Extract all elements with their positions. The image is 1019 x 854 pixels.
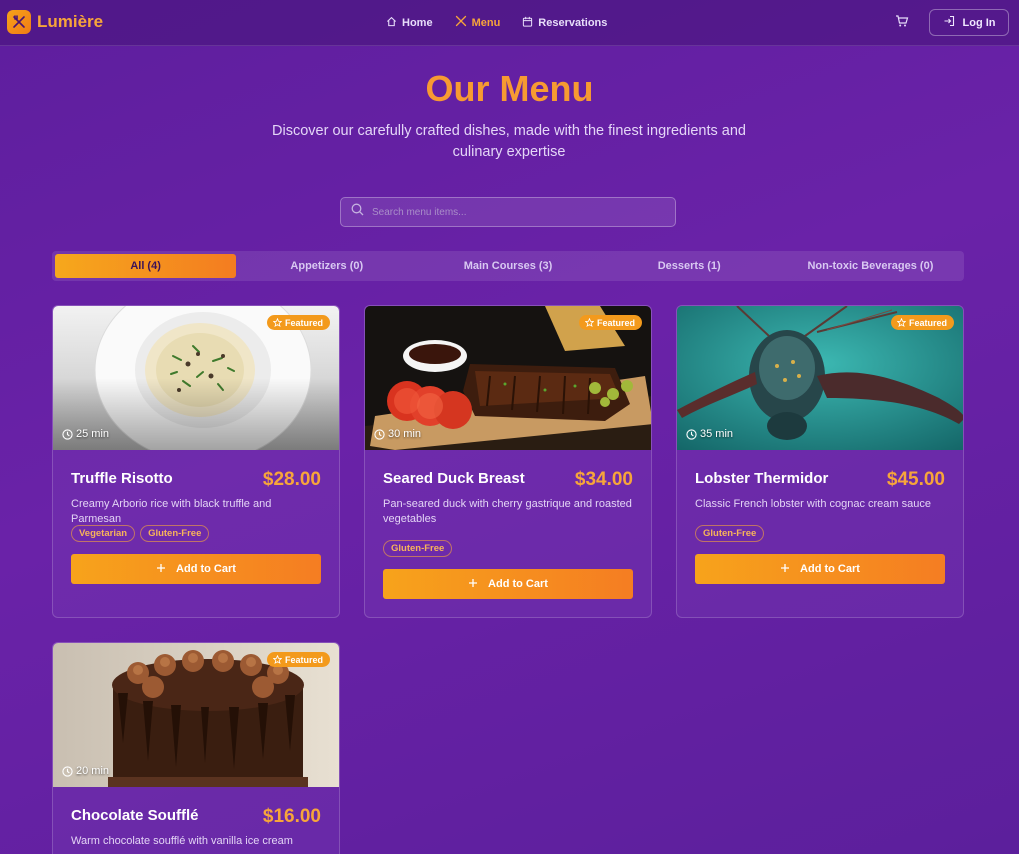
add-to-cart-button[interactable]: Add to Cart (695, 554, 945, 584)
dish-tags: Vegetarian Gluten-Free (71, 525, 210, 542)
nav-reservations[interactable]: Reservations (522, 15, 607, 30)
tab-beverages[interactable]: Non-toxic Beverages (0) (780, 254, 961, 278)
prep-time: 30 min (374, 428, 421, 440)
main-nav: Home Menu Reservations (386, 15, 607, 30)
category-tabs: All (4) Appetizers (0) Main Courses (3) … (52, 251, 964, 281)
prep-time-value: 35 min (700, 428, 734, 440)
card-body: Seared Duck Breast $34.00 Pan-seared duc… (365, 450, 651, 617)
login-icon (943, 15, 955, 30)
menu-card-lobster-thermidor: Featured 35 min Lobster Thermidor $45.00… (676, 305, 964, 618)
dish-name: Seared Duck Breast (383, 470, 525, 487)
prep-time-value: 20 min (76, 765, 110, 777)
dish-name: Truffle Risotto (71, 470, 173, 487)
card-body: Chocolate Soufflé $16.00 Warm chocolate … (53, 787, 339, 854)
clock-icon (374, 428, 385, 440)
featured-badge: Featured (266, 315, 330, 330)
menu-card-chocolate-souffle: Featured 20 min Chocolate Soufflé $16.00… (52, 642, 340, 854)
search-bar (340, 197, 676, 227)
page-title: Our Menu (425, 68, 594, 109)
star-icon (896, 318, 906, 327)
tag-vegetarian: Vegetarian (71, 525, 136, 542)
tag-gluten-free: Gluten-Free (383, 540, 453, 557)
dish-price: $34.00 (574, 469, 633, 490)
star-icon (272, 318, 282, 327)
add-to-cart-button[interactable]: Add to Cart (383, 569, 633, 599)
prep-time: 35 min (686, 428, 733, 440)
login-label: Log In (962, 16, 996, 29)
clock-icon (62, 765, 73, 777)
prep-time: 20 min (62, 765, 109, 777)
tab-main-courses[interactable]: Main Courses (3) (417, 254, 598, 278)
prep-time: 25 min (62, 428, 109, 440)
plus-icon (468, 578, 478, 591)
dish-description: Pan-seared duck with cherry gastrique an… (383, 498, 632, 525)
plus-icon (156, 563, 166, 576)
search-icon (351, 203, 364, 221)
tag-gluten-free: Gluten-Free (140, 525, 210, 542)
dish-description: Classic French lobster with cognac cream… (695, 498, 931, 510)
featured-label: Featured (284, 654, 323, 665)
page-subtitle: Discover our carefully crafted dishes, m… (272, 123, 746, 160)
dish-image: Featured 30 min (365, 306, 651, 450)
dish-price: $45.00 (886, 469, 945, 490)
featured-label: Featured (596, 317, 635, 328)
star-icon (584, 318, 594, 327)
clock-icon (686, 428, 697, 440)
dish-image: Featured 25 min (53, 306, 339, 450)
tab-appetizers[interactable]: Appetizers (0) (236, 254, 417, 278)
cart-icon[interactable] (895, 14, 911, 30)
top-navbar: Lumière Home Menu Reservations Log In (0, 0, 1019, 46)
dish-image: Featured 20 min (53, 643, 339, 787)
dish-price: $16.00 (262, 806, 321, 827)
brand[interactable]: Lumière (7, 10, 103, 34)
home-icon (386, 16, 397, 30)
clock-icon (62, 428, 73, 440)
tab-all[interactable]: All (4) (55, 254, 237, 278)
utensils-icon (455, 15, 467, 30)
prep-time-value: 25 min (76, 428, 110, 440)
tag-gluten-free: Gluten-Free (695, 525, 765, 542)
menu-card-truffle-risotto: Featured 25 min Truffle Risotto $28.00 C… (52, 305, 340, 618)
tab-desserts[interactable]: Desserts (1) (599, 254, 780, 278)
menu-card-seared-duck-breast: Featured 30 min Seared Duck Breast $34.0… (364, 305, 652, 618)
prep-time-value: 30 min (388, 428, 422, 440)
login-button[interactable]: Log In (929, 9, 1009, 36)
featured-badge: Featured (266, 652, 330, 667)
dish-description: Warm chocolate soufflé with vanilla ice … (71, 835, 293, 847)
add-to-cart-button[interactable]: Add to Cart (71, 554, 321, 584)
featured-label: Featured (284, 317, 323, 328)
dish-tags: Gluten-Free (383, 540, 453, 557)
nav-home[interactable]: Home (386, 15, 433, 30)
add-to-cart-label: Add to Cart (176, 563, 236, 575)
nav-menu-label: Menu (471, 16, 501, 29)
add-to-cart-label: Add to Cart (800, 563, 860, 575)
utensils-icon (7, 10, 31, 34)
add-to-cart-label: Add to Cart (488, 578, 548, 590)
featured-badge: Featured (578, 315, 642, 330)
featured-label: Featured (908, 317, 947, 328)
dish-name: Lobster Thermidor (695, 470, 829, 487)
search-input[interactable] (372, 206, 662, 218)
nav-reservations-label: Reservations (538, 16, 608, 29)
dish-image: Featured 35 min (677, 306, 963, 450)
dish-name: Chocolate Soufflé (71, 807, 199, 824)
dish-price: $28.00 (262, 469, 321, 490)
calendar-icon (522, 16, 533, 30)
dish-tags: Gluten-Free (695, 525, 765, 542)
card-body: Lobster Thermidor $45.00 Classic French … (677, 450, 963, 617)
nav-menu[interactable]: Menu (455, 15, 501, 30)
nav-home-label: Home (402, 16, 433, 29)
plus-icon (780, 563, 790, 576)
card-body: Truffle Risotto $28.00 Creamy Arborio ri… (53, 450, 339, 617)
featured-badge: Featured (890, 315, 954, 330)
star-icon (272, 655, 282, 664)
brand-name: Lumière (37, 12, 104, 31)
dish-description: Creamy Arborio rice with black truffle a… (71, 498, 272, 525)
